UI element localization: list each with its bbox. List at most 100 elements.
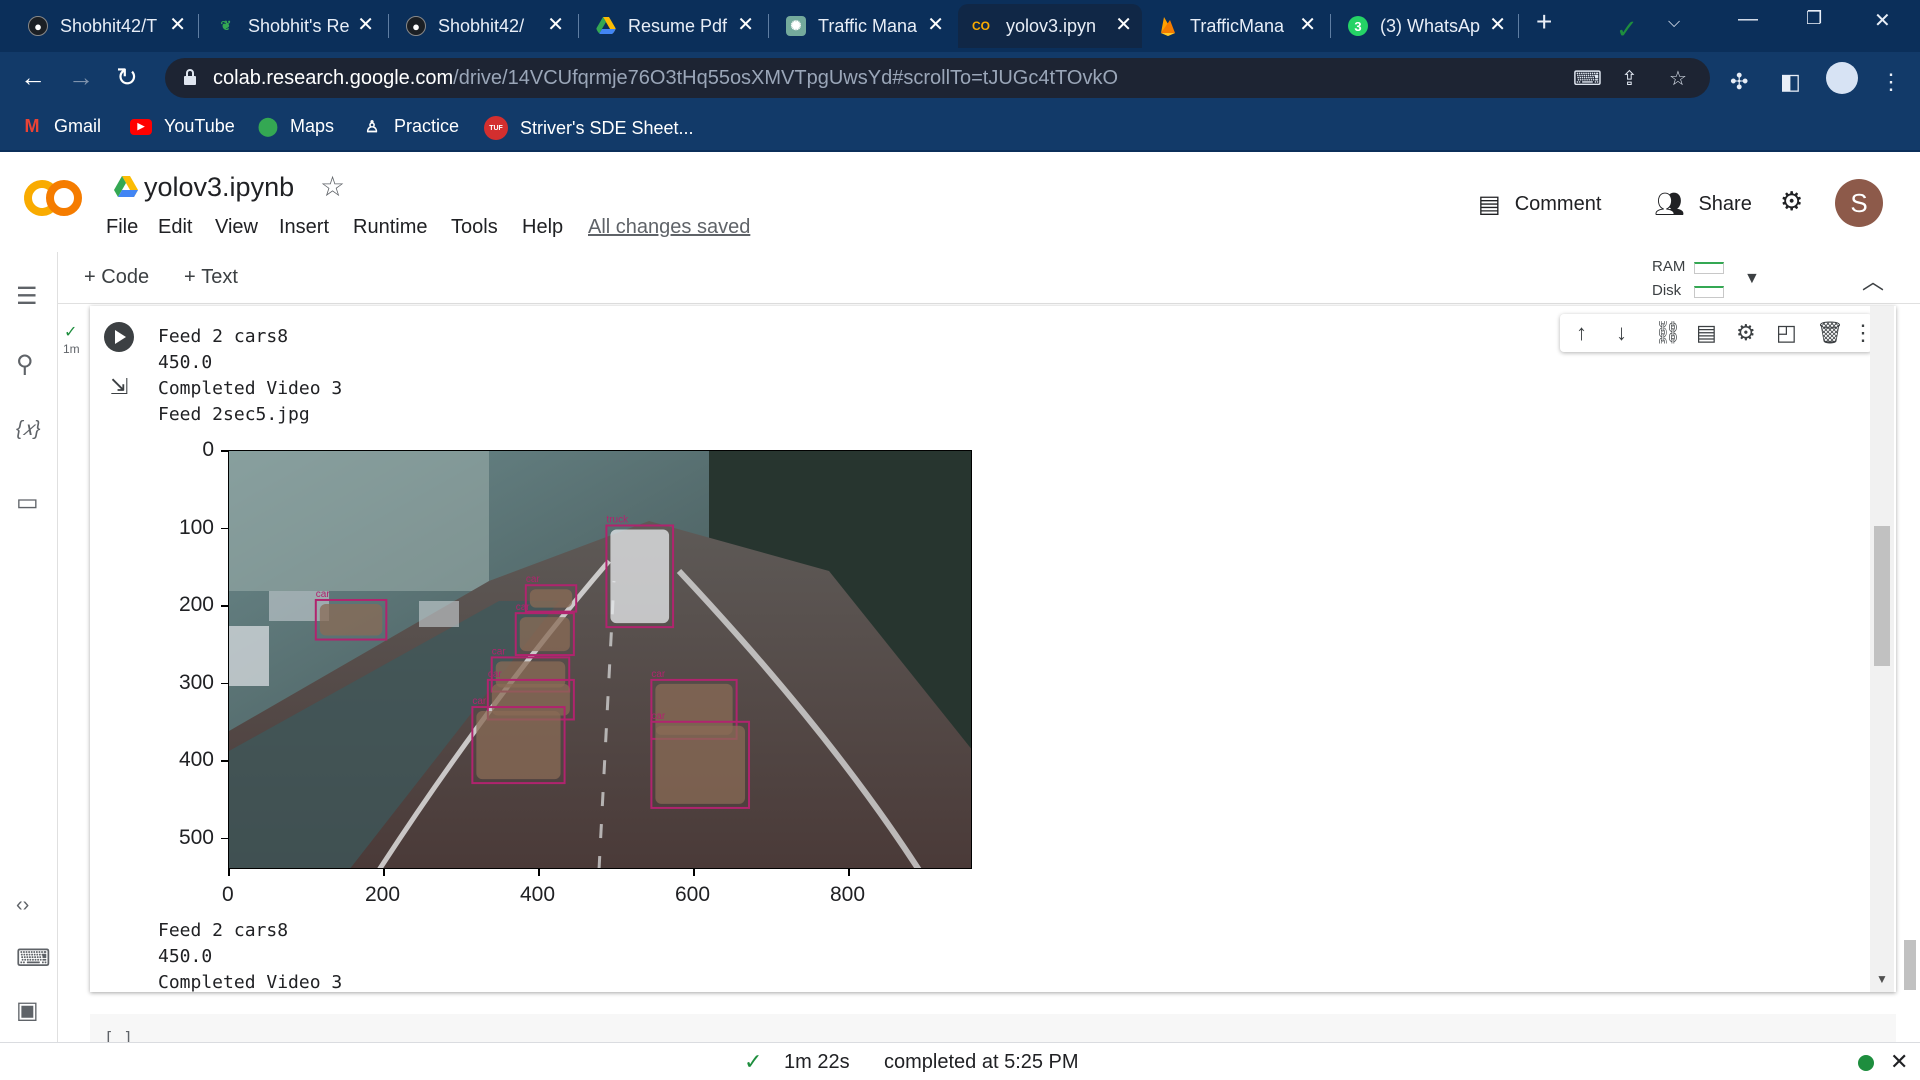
collapse-header-icon[interactable]: ︿ [1862, 264, 1884, 296]
ram-usage-bar[interactable] [1694, 262, 1724, 274]
restore-window-icon[interactable]: ❐ [1806, 8, 1822, 29]
output-scroll-thumb[interactable] [1874, 526, 1890, 666]
connected-check-icon[interactable]: ✓ [1616, 14, 1638, 45]
menu-runtime[interactable]: Runtime [353, 216, 427, 239]
terminal-icon[interactable]: ▣ [16, 996, 39, 1025]
output-line: Feed 2 cars8 [158, 326, 289, 347]
more-menu-icon[interactable]: ⋮ [1880, 69, 1902, 95]
minimize-window-icon[interactable]: — [1738, 8, 1758, 31]
avatar[interactable]: S [1835, 179, 1883, 227]
close-status-icon[interactable]: ✕ [1890, 1049, 1908, 1075]
tab-label: Shobhit's Re [248, 15, 350, 36]
browser-tab[interactable]: ❦ Shobhit's Re ✕ [206, 4, 384, 48]
disk-usage-bar[interactable] [1694, 286, 1724, 298]
browser-tab-active[interactable]: CO yolov3.ipyn ✕ [958, 4, 1142, 48]
profile-avatar-icon[interactable] [1826, 62, 1858, 94]
menu-help[interactable]: Help [522, 216, 563, 239]
link-icon[interactable]: ⛓ [1654, 320, 1682, 346]
notebook-title[interactable]: yolov3.ipynb [144, 172, 294, 203]
close-window-icon[interactable]: ✕ [1874, 8, 1891, 33]
folder-icon[interactable]: ▭ [16, 488, 39, 517]
close-tab-icon[interactable]: ✕ [737, 15, 754, 35]
disk-label[interactable]: Disk [1652, 282, 1681, 299]
cell-toolbar: ↑ ↓ ⛓ ▤ ⚙ ◰ 🗑︎ ⋮ [1560, 314, 1874, 352]
save-status[interactable]: All changes saved [588, 216, 750, 239]
scroll-down-arrow-icon[interactable]: ▼ [1876, 972, 1888, 986]
comment-icon[interactable]: ▤ [1696, 320, 1717, 346]
search-icon[interactable]: ⚲ [16, 350, 34, 379]
bookmark-maps[interactable]: ⬤ Maps [258, 116, 334, 137]
url-path: /drive/14VCUfqrmje76O3tHq55osXMVTpgUwsYd… [453, 67, 1119, 89]
reload-icon[interactable]: ↻ [116, 62, 138, 92]
close-tab-icon[interactable]: ✕ [1115, 15, 1132, 35]
ram-label[interactable]: RAM [1652, 258, 1685, 275]
close-tab-icon[interactable]: ✕ [1299, 15, 1316, 35]
tab-label: Traffic Mana [818, 15, 918, 36]
y-tick-label: 100 [178, 515, 214, 539]
tab-divider [578, 14, 579, 38]
share-button[interactable]: 👥︎ Share [1654, 190, 1752, 219]
bookmark-label: Maps [290, 116, 335, 136]
tab-search-chevron-icon[interactable]: ⌵ [1668, 14, 1680, 32]
browser-tab[interactable]: Resume Pdf ✕ [586, 4, 764, 48]
forward-arrow-icon[interactable]: → [68, 62, 94, 92]
extensions-puzzle-icon[interactable]: ✣ [1730, 69, 1748, 95]
bookmark-star-icon[interactable]: ☆ [1669, 66, 1687, 91]
variables-icon[interactable]: {𝑥} [16, 418, 41, 441]
add-code-cell-button[interactable]: + Code [84, 266, 149, 289]
browser-tab[interactable]: ● Shobhit42/T ✕ [18, 4, 196, 48]
output-line: 450.0 [158, 352, 213, 373]
menu-view[interactable]: View [215, 216, 258, 239]
browser-tab[interactable]: TrafficMana ✕ [1148, 4, 1326, 48]
menu-tools[interactable]: Tools [451, 216, 498, 239]
browser-tab[interactable]: ✺ Traffic Mana ✕ [776, 4, 954, 48]
menu-file[interactable]: File [106, 216, 138, 239]
comment-button[interactable]: ▤ Comment [1478, 190, 1601, 219]
run-cell-button[interactable] [104, 322, 134, 352]
add-text-cell-button[interactable]: + Text [184, 266, 238, 289]
command-palette-icon[interactable]: ⌨ [16, 944, 51, 973]
resources-dropdown-icon[interactable]: ▼ [1744, 270, 1760, 288]
close-tab-icon[interactable]: ✕ [927, 15, 944, 35]
output-redirect-icon[interactable]: ⇲ [110, 374, 128, 400]
settings-gear-icon[interactable]: ⚙ [1780, 186, 1803, 217]
side-panel-icon[interactable]: ◧ [1780, 69, 1801, 95]
x-tick-mark [228, 869, 230, 876]
menu-insert[interactable]: Insert [279, 216, 329, 239]
menu-edit[interactable]: Edit [158, 216, 192, 239]
share-page-icon[interactable]: ⇪ [1621, 66, 1638, 91]
close-tab-icon[interactable]: ✕ [169, 15, 186, 35]
colab-logo[interactable] [22, 178, 84, 218]
bookmarks-bar: M Gmail ▶ YouTube ⬤ Maps ♙ Practice TUF … [0, 104, 1920, 152]
gfg-icon: ♙ [364, 118, 380, 136]
bookmark-gmail[interactable]: M Gmail [22, 116, 102, 137]
bookmark-practice[interactable]: ♙ Practice [362, 116, 459, 137]
back-arrow-icon[interactable]: ← [20, 62, 46, 92]
translate-icon[interactable]: ⌨ [1573, 66, 1602, 91]
next-code-cell[interactable]: [ ] [90, 1014, 1896, 1047]
browser-tab[interactable]: 3 (3) WhatsAp ✕ [1338, 4, 1516, 48]
close-tab-icon[interactable]: ✕ [547, 15, 564, 35]
browser-tab[interactable]: ● Shobhit42/ ✕ [396, 4, 574, 48]
mirror-cell-icon[interactable]: ◰ [1776, 320, 1797, 346]
star-icon[interactable]: ☆ [320, 170, 345, 203]
y-tick-mark [221, 837, 228, 840]
y-tick-mark [221, 605, 228, 607]
cell-settings-gear-icon[interactable]: ⚙ [1736, 320, 1756, 346]
delete-trash-icon[interactable]: 🗑︎ [1816, 320, 1844, 346]
close-tab-icon[interactable]: ✕ [357, 15, 374, 35]
bookmark-youtube[interactable]: ▶ YouTube [130, 116, 235, 137]
execution-duration: 1m 22s [784, 1051, 850, 1073]
close-tab-icon[interactable]: ✕ [1489, 15, 1506, 35]
move-up-icon[interactable]: ↑ [1576, 320, 1587, 346]
google-drive-icon[interactable] [114, 176, 138, 198]
table-of-contents-icon[interactable]: ☰ [16, 282, 38, 311]
page-scroll-thumb[interactable] [1904, 940, 1916, 990]
new-tab-button[interactable]: + [1536, 6, 1552, 38]
y-tick-mark [221, 527, 228, 530]
address-bar[interactable]: colab.research.google.com/drive/14VCUfqr… [165, 58, 1710, 98]
bookmark-strivers-sheet[interactable]: TUF Striver's SDE Sheet... [484, 116, 694, 140]
move-down-icon[interactable]: ↓ [1616, 320, 1627, 346]
code-snippets-icon[interactable]: ‹› [16, 894, 29, 917]
tab-label: (3) WhatsAp [1380, 15, 1481, 36]
